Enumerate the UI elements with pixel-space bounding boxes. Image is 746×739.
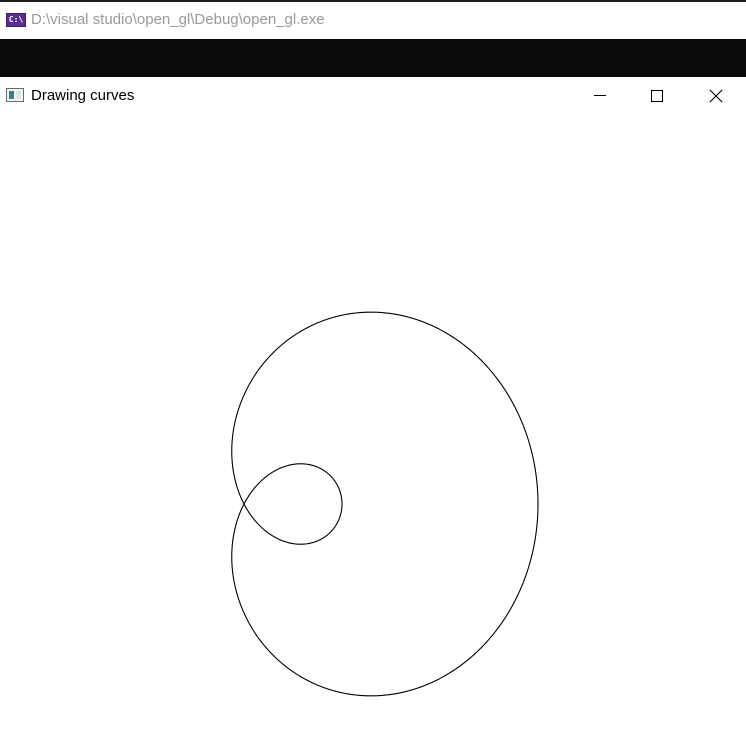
console-window-title: D:\visual studio\open_gl\Debug\open_gl.e…: [31, 11, 325, 28]
console-app-icon: C:\: [6, 13, 26, 27]
close-icon: [709, 89, 723, 103]
console-titlebar[interactable]: C:\ D:\visual studio\open_gl\Debug\open_…: [0, 0, 746, 39]
maximize-icon: [651, 90, 663, 102]
console-window: C:\ D:\visual studio\open_gl\Debug\open_…: [0, 0, 746, 77]
curve-plot: [231, 311, 539, 697]
maximize-button[interactable]: [634, 77, 680, 115]
gl-canvas[interactable]: [0, 115, 746, 735]
minimize-button[interactable]: [577, 77, 623, 115]
gl-titlebar[interactable]: Drawing curves: [0, 77, 746, 115]
close-button[interactable]: [692, 77, 738, 115]
limacon-curve: [231, 311, 539, 697]
window-app-icon: [6, 88, 24, 102]
gl-window: Drawing curves: [0, 77, 746, 735]
window-app-icon-pane: [9, 91, 14, 99]
minimize-icon: [594, 95, 606, 96]
window-app-icon-pane: [16, 91, 21, 99]
gl-window-title: Drawing curves: [31, 87, 135, 104]
